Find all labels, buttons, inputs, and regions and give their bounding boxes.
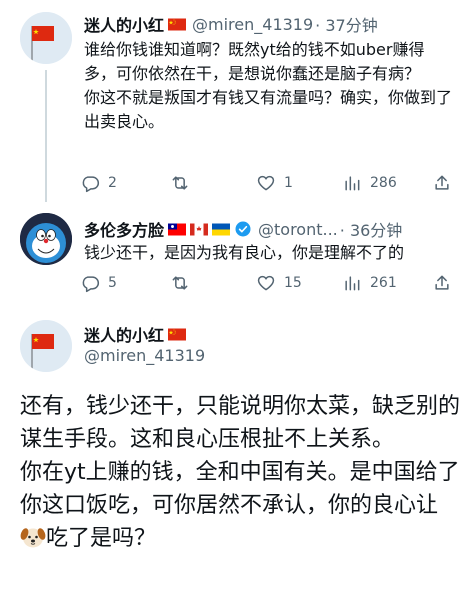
- views-button[interactable]: 261: [342, 272, 397, 294]
- avatar[interactable]: [20, 213, 72, 265]
- reply-button[interactable]: 5: [80, 272, 117, 294]
- handle[interactable]: @miren_41319: [84, 346, 205, 365]
- ukraine-flag-icon: [212, 223, 231, 235]
- china-flag-icon: [168, 328, 187, 340]
- reply-icon: [82, 276, 100, 293]
- like-icon: [257, 175, 275, 191]
- handle[interactable]: @miren_41319: [192, 15, 313, 34]
- reply-count: 2: [108, 175, 117, 191]
- timestamp[interactable]: · 37分钟: [315, 12, 378, 36]
- tweet-text: 谁给你钱谁知道啊？既然yt给的钱不如uber赚得多，可你依然在干，是想说你蠢还是…: [84, 40, 453, 131]
- handle[interactable]: @toront...: [258, 220, 338, 239]
- main-tweet-text-part2: 吃了是吗？: [46, 526, 157, 551]
- retweet-icon: [172, 176, 188, 190]
- share-icon: [435, 275, 449, 290]
- thread-connector: [45, 70, 47, 202]
- avatar-image: [20, 12, 72, 64]
- reply-count: 5: [108, 275, 117, 291]
- china-flag-icon: [168, 18, 187, 30]
- main-tweet-text-part1: 还有，钱少还干，只能说明你太菜，缺乏别的谋生手段。这和良心压根扯不上关系。 你在…: [20, 394, 461, 518]
- tweet-2[interactable]: 多伦多方脸 @toront... · 36分钟 钱少还干，是因为我有良心，你是理…: [0, 205, 474, 310]
- retweet-icon: [172, 276, 188, 290]
- taiwan-flag-icon: [168, 223, 187, 235]
- verified-badge-icon: [235, 221, 251, 237]
- display-name[interactable]: 迷人的小红: [84, 322, 164, 346]
- timestamp[interactable]: · 36分钟: [340, 217, 403, 241]
- like-button[interactable]: 15: [256, 272, 302, 294]
- avatar[interactable]: [20, 12, 72, 64]
- avatar-image: [20, 320, 72, 372]
- reply-button[interactable]: 2: [80, 172, 117, 194]
- views-button[interactable]: 286: [342, 172, 397, 194]
- avatar[interactable]: [20, 320, 72, 372]
- tweet-1[interactable]: 迷人的小红 @miren_41319 · 37分钟 谁给你钱谁知道啊？既然yt给…: [0, 0, 474, 202]
- like-icon: [257, 275, 275, 291]
- view-count: 286: [370, 175, 397, 191]
- views-icon: [345, 176, 360, 191]
- share-icon: [435, 175, 449, 190]
- main-tweet-text: 还有，钱少还干，只能说明你太菜，缺乏别的谋生手段。这和良心压根扯不上关系。 你在…: [20, 390, 460, 555]
- doraemon-avatar-image: [20, 213, 72, 265]
- share-button[interactable]: [432, 172, 460, 194]
- like-count: 15: [284, 275, 302, 291]
- tweet-actions: 5 15 261: [80, 272, 460, 294]
- display-name[interactable]: 多伦多方脸: [84, 217, 164, 241]
- view-count: 261: [370, 275, 397, 291]
- canada-flag-icon: [190, 223, 209, 235]
- dog-face-emoji: [20, 528, 46, 548]
- reply-icon: [82, 176, 100, 193]
- tweet-actions: 2 1 286: [80, 172, 460, 194]
- like-count: 1: [284, 175, 293, 191]
- display-name[interactable]: 迷人的小红: [84, 12, 164, 36]
- views-icon: [345, 276, 360, 291]
- like-button[interactable]: 1: [256, 172, 293, 194]
- retweet-button[interactable]: [170, 272, 198, 294]
- share-button[interactable]: [432, 272, 460, 294]
- tweet-text: 钱少还干，是因为我有良心，你是理解不了的: [84, 243, 405, 262]
- retweet-button[interactable]: [170, 172, 198, 194]
